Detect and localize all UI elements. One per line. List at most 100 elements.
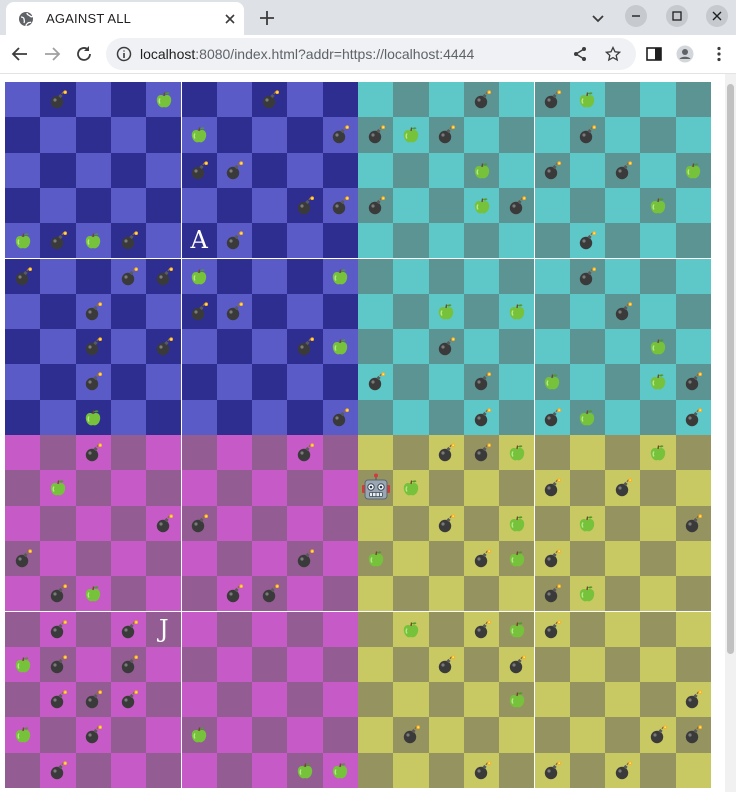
board-cell xyxy=(40,540,76,577)
forward-arrow-icon[interactable] xyxy=(42,44,62,64)
board-cell xyxy=(605,611,641,647)
board-cell xyxy=(40,187,76,224)
bomb-icon xyxy=(429,506,464,541)
board-cell xyxy=(110,435,147,471)
share-icon[interactable] xyxy=(572,46,588,62)
bomb-icon xyxy=(605,753,640,788)
board-cell xyxy=(146,117,182,153)
board-cell xyxy=(252,682,288,718)
board-cell xyxy=(252,329,288,365)
board-cell xyxy=(393,682,429,718)
board-cell xyxy=(216,540,253,577)
browser-tab[interactable]: AGAINST ALL xyxy=(6,2,244,35)
board-cell xyxy=(216,505,253,541)
board-cell xyxy=(287,152,323,188)
board-cell xyxy=(110,717,147,753)
board-cell xyxy=(252,611,288,647)
board-cell xyxy=(216,611,253,647)
bomb-icon xyxy=(287,435,322,470)
board-cell xyxy=(499,364,535,400)
board-cell xyxy=(216,717,253,753)
board-cell xyxy=(40,505,76,541)
apple-icon xyxy=(640,329,675,364)
board-cell xyxy=(322,682,358,718)
board-cell xyxy=(428,364,464,400)
board-cell xyxy=(463,470,500,506)
board-cell xyxy=(463,682,500,718)
close-window-icon[interactable] xyxy=(706,5,728,27)
board-cell xyxy=(146,682,182,718)
board-cell xyxy=(393,646,429,683)
board-cell xyxy=(463,293,500,330)
bomb-icon xyxy=(570,259,605,294)
board-cell xyxy=(393,752,429,788)
board-cell xyxy=(499,752,535,788)
board-cell xyxy=(146,435,182,471)
board-cell xyxy=(569,646,606,683)
bomb-icon xyxy=(111,612,146,647)
close-icon[interactable] xyxy=(222,11,238,27)
apple-icon xyxy=(323,259,358,294)
board-cell xyxy=(75,187,111,224)
board-cell xyxy=(216,329,253,365)
apple-icon xyxy=(393,612,428,647)
board-cell xyxy=(428,470,464,506)
board-cell xyxy=(146,752,182,788)
bomb-icon xyxy=(640,717,675,752)
maximize-icon[interactable] xyxy=(666,5,688,27)
board-cell xyxy=(40,364,76,400)
apple-icon xyxy=(40,470,75,505)
star-icon[interactable] xyxy=(605,46,621,62)
board-cell xyxy=(605,505,641,541)
board-cell xyxy=(5,399,41,435)
side-panel-icon[interactable] xyxy=(645,45,663,63)
board-cell xyxy=(605,682,641,718)
board-cell xyxy=(252,117,288,153)
board-cell xyxy=(110,293,147,330)
profile-icon[interactable] xyxy=(676,45,694,63)
scrollbar-thumb[interactable] xyxy=(727,84,734,654)
apple-icon xyxy=(640,364,675,399)
board-cell xyxy=(110,364,147,400)
reload-icon[interactable] xyxy=(74,44,94,64)
address-bar[interactable]: localhost:8080/index.html?addr=https://l… xyxy=(106,38,636,70)
board-cell xyxy=(605,82,641,118)
apple-icon xyxy=(499,294,534,329)
bomb-icon xyxy=(323,400,358,435)
board-cell xyxy=(605,223,641,259)
globe-icon xyxy=(19,12,34,27)
board-cell xyxy=(675,646,711,683)
back-arrow-icon[interactable] xyxy=(10,44,30,64)
board-cell xyxy=(393,82,429,118)
minimize-icon[interactable] xyxy=(625,5,647,27)
board-cell xyxy=(322,82,358,118)
board-cell xyxy=(393,187,429,224)
kebab-menu-icon[interactable] xyxy=(710,45,728,63)
board-cell xyxy=(322,717,358,753)
info-icon[interactable] xyxy=(116,46,132,62)
board-cell xyxy=(393,576,429,612)
board-cell xyxy=(428,82,464,118)
board-cell xyxy=(287,470,323,506)
bomb-icon xyxy=(182,294,217,329)
board-cell xyxy=(146,717,182,753)
apple-icon xyxy=(76,576,111,611)
game-board: AJ xyxy=(5,82,711,788)
page-scrollbar[interactable] xyxy=(725,74,736,792)
board-cell xyxy=(216,470,253,506)
board-cell xyxy=(675,470,711,506)
chevron-down-icon[interactable] xyxy=(590,10,606,26)
board-cell xyxy=(110,576,147,612)
board-cell xyxy=(252,293,288,330)
board-cell xyxy=(322,540,358,577)
board-cell xyxy=(5,293,41,330)
board-cell xyxy=(75,82,111,118)
url-text[interactable]: localhost:8080/index.html?addr=https://l… xyxy=(140,46,474,62)
board-cell xyxy=(40,399,76,435)
board-cell xyxy=(640,258,676,294)
board-cell xyxy=(499,399,535,435)
board-cell xyxy=(605,364,641,400)
board-cell xyxy=(75,470,111,506)
board-cell xyxy=(322,293,358,330)
plus-icon[interactable] xyxy=(257,8,277,28)
